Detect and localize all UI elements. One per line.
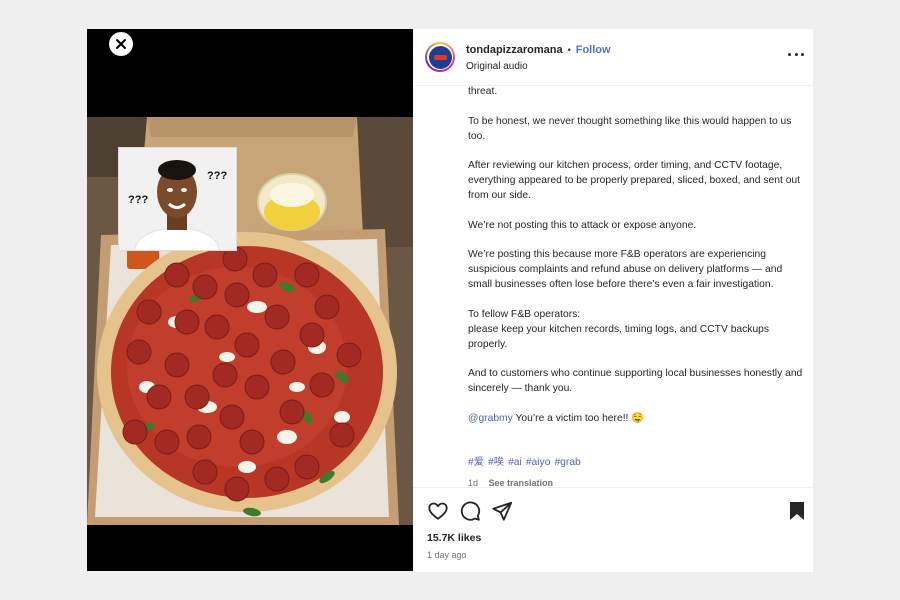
post-media[interactable]: ??? ??? <box>87 29 413 571</box>
pizza-photo: ??? ??? <box>87 117 413 525</box>
like-button[interactable] <box>427 500 449 522</box>
caption-paragraph: To be honest, we never thought something… <box>468 115 792 142</box>
meme-sticker: ??? ??? <box>118 147 237 251</box>
meme-question-marks-left: ??? <box>128 194 149 206</box>
close-icon <box>116 39 126 49</box>
post-modal: ??? ??? tondapizzaromana • Follow Origin… <box>87 29 813 572</box>
close-button[interactable] <box>109 32 133 56</box>
bookmark-icon <box>790 502 804 520</box>
caption-paragraph: We’re posting this because more F&B oper… <box>468 249 783 290</box>
comment-icon <box>460 501 481 521</box>
hashtag-link[interactable]: #aiyo <box>526 457 551 468</box>
caption-meta: 1d See translation <box>468 476 808 488</box>
follow-button[interactable]: Follow <box>576 44 611 56</box>
save-button[interactable] <box>787 500 809 522</box>
post-side-panel: tondapizzaromana • Follow Original audio… <box>413 29 813 572</box>
meme-question-marks-right: ??? <box>207 170 228 182</box>
post-header: tondapizzaromana • Follow Original audio <box>413 29 813 86</box>
post-caption: threat. To be honest, we never thought s… <box>468 85 808 487</box>
caption-paragraph: To fellow F&B operators: please keep you… <box>468 308 770 350</box>
username-link[interactable]: tondapizzaromana <box>466 44 563 56</box>
post-age: 1d <box>468 477 479 488</box>
heart-icon <box>428 502 448 520</box>
caption-paragraph: And to customers who continue supporting… <box>468 368 803 394</box>
send-icon <box>492 501 513 521</box>
separator-dot: • <box>567 45 571 55</box>
mention-text: You’re a victim too here!! 🤤 <box>512 412 645 424</box>
post-timestamp[interactable]: 1 day ago <box>427 550 467 560</box>
hashtag-link[interactable]: #唉 <box>488 457 504 468</box>
hashtag-list: #爱 #唉 #ai #aiyo #grab <box>468 440 808 470</box>
user-line: tondapizzaromana • Follow <box>466 44 611 56</box>
more-horizontal-icon <box>788 52 791 56</box>
original-audio-link[interactable]: Original audio <box>466 61 528 72</box>
more-options-button[interactable] <box>788 49 804 59</box>
mention-line: @grabmy You’re a victim too here!! 🤤 <box>468 411 808 426</box>
comment-button[interactable] <box>459 500 481 522</box>
hashtag-link[interactable]: #爱 <box>468 457 484 468</box>
caption-paragraph: threat. <box>468 86 498 97</box>
avatar[interactable] <box>425 42 455 72</box>
post-actions: 15.7K likes 1 day ago <box>413 487 813 572</box>
caption-paragraph: We’re not posting this to attack or expo… <box>468 219 697 231</box>
hashtag-link[interactable]: #grab <box>554 457 580 468</box>
mention-link[interactable]: @grabmy <box>468 413 513 424</box>
likes-count[interactable]: 15.7K likes <box>427 532 481 544</box>
caption-paragraph: After reviewing our kitchen process, ord… <box>468 160 801 201</box>
hashtag-link[interactable]: #ai <box>508 457 522 468</box>
share-button[interactable] <box>491 500 513 522</box>
see-translation-button[interactable]: See translation <box>489 478 554 488</box>
